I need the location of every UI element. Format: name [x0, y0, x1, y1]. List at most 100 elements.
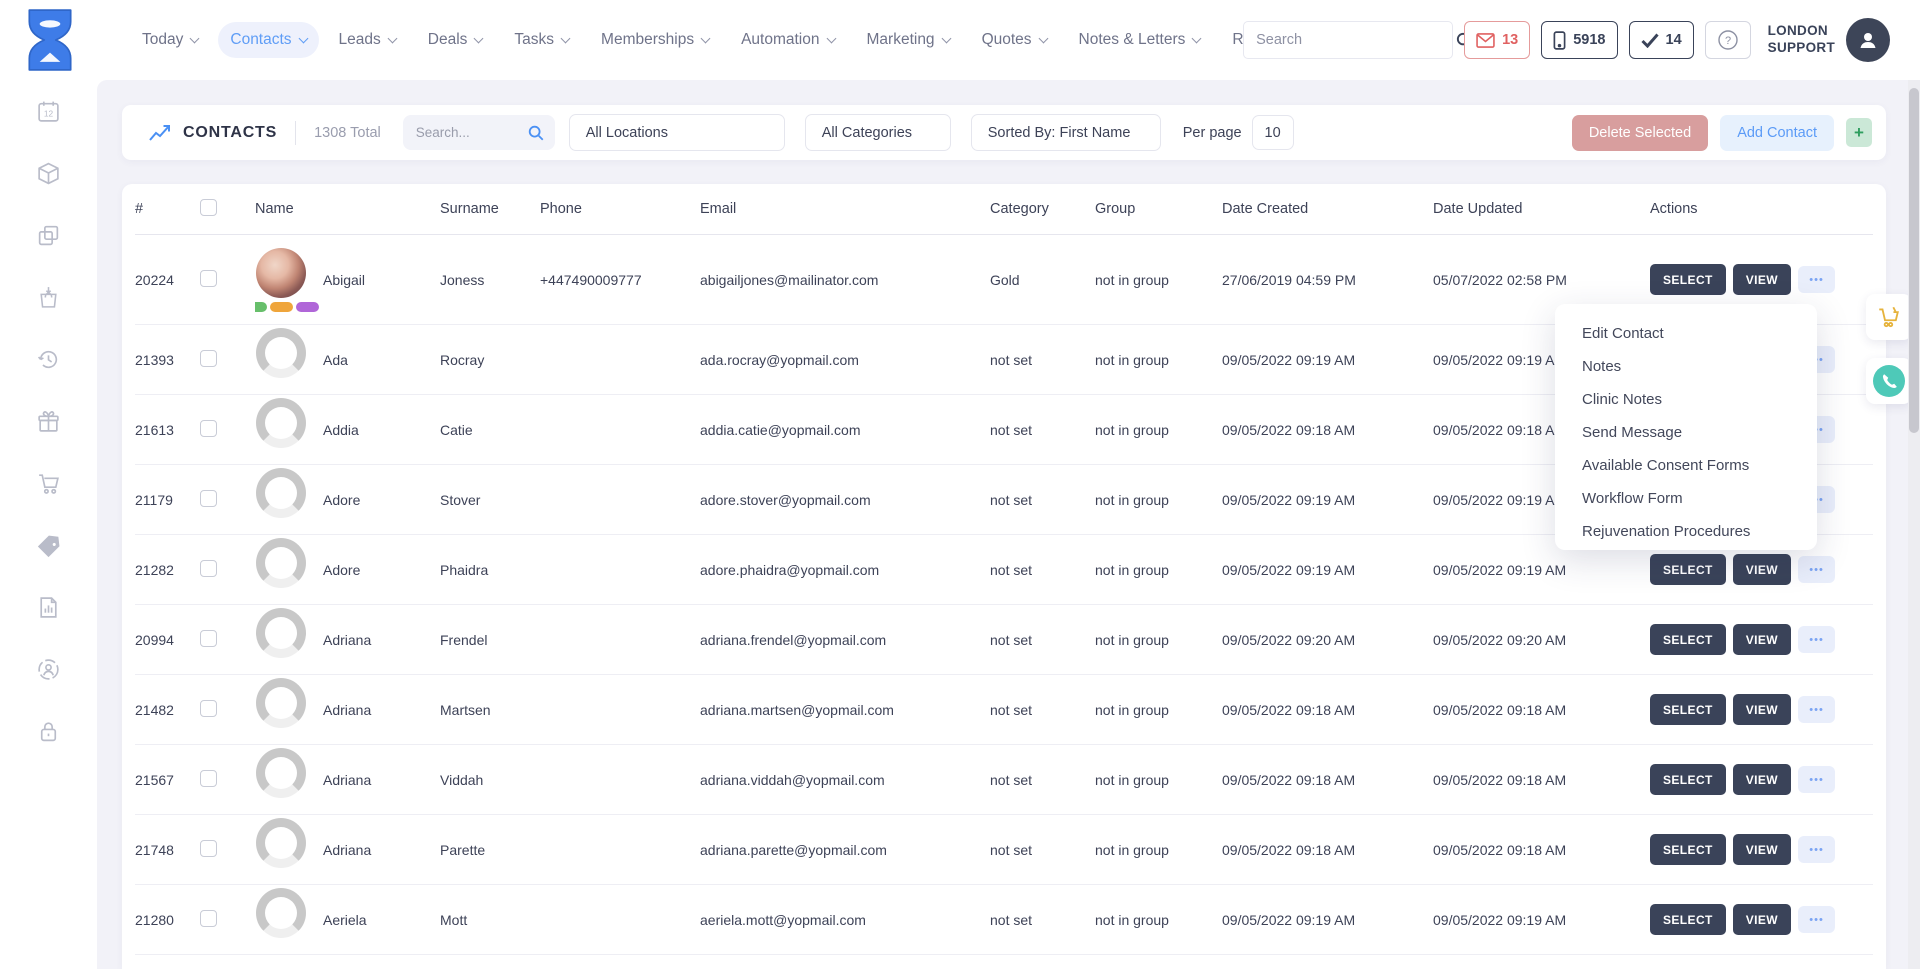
- view-button[interactable]: VIEW: [1733, 904, 1791, 935]
- menu-item-edit-contact[interactable]: Edit Contact: [1555, 317, 1817, 350]
- contact-group: not in group: [1095, 492, 1222, 508]
- row-checkbox[interactable]: [200, 420, 217, 437]
- delete-selected-button[interactable]: Delete Selected: [1572, 115, 1708, 151]
- contacts-toolbar: CONTACTS 1308 Total All Locations All Ca…: [122, 105, 1886, 160]
- row-menu-button[interactable]: •••: [1798, 556, 1835, 583]
- view-button[interactable]: VIEW: [1733, 264, 1791, 295]
- nav-item-automation[interactable]: Automation: [729, 22, 846, 58]
- sidebar-item-reports[interactable]: [0, 576, 97, 638]
- add-contact-button[interactable]: Add Contact: [1720, 115, 1834, 151]
- user-avatar[interactable]: [1846, 18, 1890, 62]
- view-button[interactable]: VIEW: [1733, 764, 1791, 795]
- categories-select[interactable]: All Categories: [805, 114, 951, 151]
- contacts-search-input[interactable]: [416, 125, 527, 140]
- select-button[interactable]: SELECT: [1650, 264, 1726, 295]
- menu-item-rejuvenation-procedures[interactable]: Rejuvenation Procedures: [1555, 515, 1817, 548]
- menu-item-send-message[interactable]: Send Message: [1555, 416, 1817, 449]
- table-row: 20994 Adriana Frendel adriana.frendel@yo…: [135, 605, 1873, 675]
- contact-category: not set: [990, 492, 1095, 508]
- select-button[interactable]: SELECT: [1650, 904, 1726, 935]
- contact-id: 21179: [135, 492, 200, 508]
- global-search-input[interactable]: [1244, 32, 1455, 48]
- row-checkbox[interactable]: [200, 910, 217, 927]
- phone-badge[interactable]: 5918: [1541, 21, 1617, 59]
- menu-item-available-consent-forms[interactable]: Available Consent Forms: [1555, 449, 1817, 482]
- row-menu-button[interactable]: •••: [1798, 696, 1835, 723]
- row-checkbox[interactable]: [200, 490, 217, 507]
- contact-id: 21748: [135, 842, 200, 858]
- nav-item-label: Memberships: [601, 31, 694, 49]
- sidebar-item-account[interactable]: [0, 638, 97, 700]
- row-checkbox[interactable]: [200, 350, 217, 367]
- phone-count: 5918: [1573, 32, 1605, 48]
- date-created: 09/05/2022 09:20 AM: [1222, 632, 1433, 648]
- select-button[interactable]: SELECT: [1650, 624, 1726, 655]
- mail-badge[interactable]: 13: [1464, 21, 1530, 59]
- sort-select[interactable]: Sorted By: First Name: [971, 114, 1161, 151]
- sidebar-item-history[interactable]: [0, 328, 97, 390]
- row-checkbox[interactable]: [200, 270, 217, 287]
- select-all-checkbox[interactable]: [200, 199, 217, 216]
- sidebar-item-cart[interactable]: [0, 452, 97, 514]
- row-checkbox[interactable]: [200, 700, 217, 717]
- cart-icon: [1876, 304, 1902, 330]
- contact-surname: Stover: [440, 492, 540, 508]
- contact-id: 20994: [135, 632, 200, 648]
- view-button[interactable]: VIEW: [1733, 834, 1791, 865]
- sidebar-item-pricing[interactable]: $: [0, 514, 97, 576]
- nav-item-marketing[interactable]: Marketing: [855, 22, 962, 58]
- sidebar-item-products[interactable]: [0, 142, 97, 204]
- row-checkbox[interactable]: [200, 560, 217, 577]
- menu-item-workflow-form[interactable]: Workflow Form: [1555, 482, 1817, 515]
- view-button[interactable]: VIEW: [1733, 554, 1791, 585]
- row-menu-button[interactable]: •••: [1798, 766, 1835, 793]
- select-button[interactable]: SELECT: [1650, 554, 1726, 585]
- nav-item-notes-letters[interactable]: Notes & Letters: [1067, 22, 1213, 58]
- tasks-badge[interactable]: 14: [1629, 21, 1694, 59]
- locations-select[interactable]: All Locations: [569, 114, 785, 151]
- row-menu-button[interactable]: •••: [1798, 266, 1835, 293]
- sidebar-item-orders[interactable]: [0, 266, 97, 328]
- search-icon[interactable]: [527, 124, 545, 142]
- nav-item-contacts[interactable]: Contacts: [218, 22, 318, 58]
- quick-add-button[interactable]: +: [1846, 118, 1872, 147]
- nav-item-label: Tasks: [514, 31, 554, 49]
- floating-cart-button[interactable]: [1866, 294, 1912, 340]
- menu-item-notes[interactable]: Notes: [1555, 350, 1817, 383]
- sidebar-item-calendar[interactable]: 12: [0, 80, 97, 142]
- select-button[interactable]: SELECT: [1650, 694, 1726, 725]
- row-menu-button[interactable]: •••: [1798, 626, 1835, 653]
- sidebar-item-duplicates[interactable]: [0, 204, 97, 266]
- select-button[interactable]: SELECT: [1650, 764, 1726, 795]
- nav-item-tasks[interactable]: Tasks: [502, 22, 581, 58]
- row-menu-button[interactable]: •••: [1798, 836, 1835, 863]
- row-checkbox[interactable]: [200, 630, 217, 647]
- nav-item-quotes[interactable]: Quotes: [970, 22, 1059, 58]
- sidebar-item-gifts[interactable]: [0, 390, 97, 452]
- calendar-icon: 12: [36, 99, 61, 124]
- avatar: [256, 748, 306, 798]
- row-checkbox[interactable]: [200, 840, 217, 857]
- row-checkbox[interactable]: [200, 770, 217, 787]
- date-created: 09/05/2022 09:18 AM: [1222, 842, 1433, 858]
- scrollbar-thumb[interactable]: [1909, 88, 1919, 433]
- menu-item-clinic-notes[interactable]: Clinic Notes: [1555, 383, 1817, 416]
- floating-phone-button[interactable]: [1866, 358, 1912, 404]
- nav-item-leads[interactable]: Leads: [327, 22, 408, 58]
- help-badge[interactable]: ?: [1705, 21, 1751, 59]
- page-title-block: CONTACTS: [148, 123, 277, 143]
- vertical-scrollbar[interactable]: [1908, 80, 1920, 969]
- chevron-down-icon: [941, 33, 951, 43]
- nav-item-deals[interactable]: Deals: [416, 22, 495, 58]
- contact-email: adriana.viddah@yopmail.com: [700, 772, 990, 788]
- per-page-input[interactable]: 10: [1252, 115, 1294, 150]
- select-button[interactable]: SELECT: [1650, 834, 1726, 865]
- user-name: LONDON SUPPORT: [1768, 23, 1835, 57]
- logo-hourglass-icon[interactable]: [24, 9, 76, 71]
- view-button[interactable]: VIEW: [1733, 694, 1791, 725]
- sidebar-item-security[interactable]: [0, 700, 97, 762]
- nav-item-today[interactable]: Today: [130, 22, 210, 58]
- row-menu-button[interactable]: •••: [1798, 906, 1835, 933]
- nav-item-memberships[interactable]: Memberships: [589, 22, 721, 58]
- view-button[interactable]: VIEW: [1733, 624, 1791, 655]
